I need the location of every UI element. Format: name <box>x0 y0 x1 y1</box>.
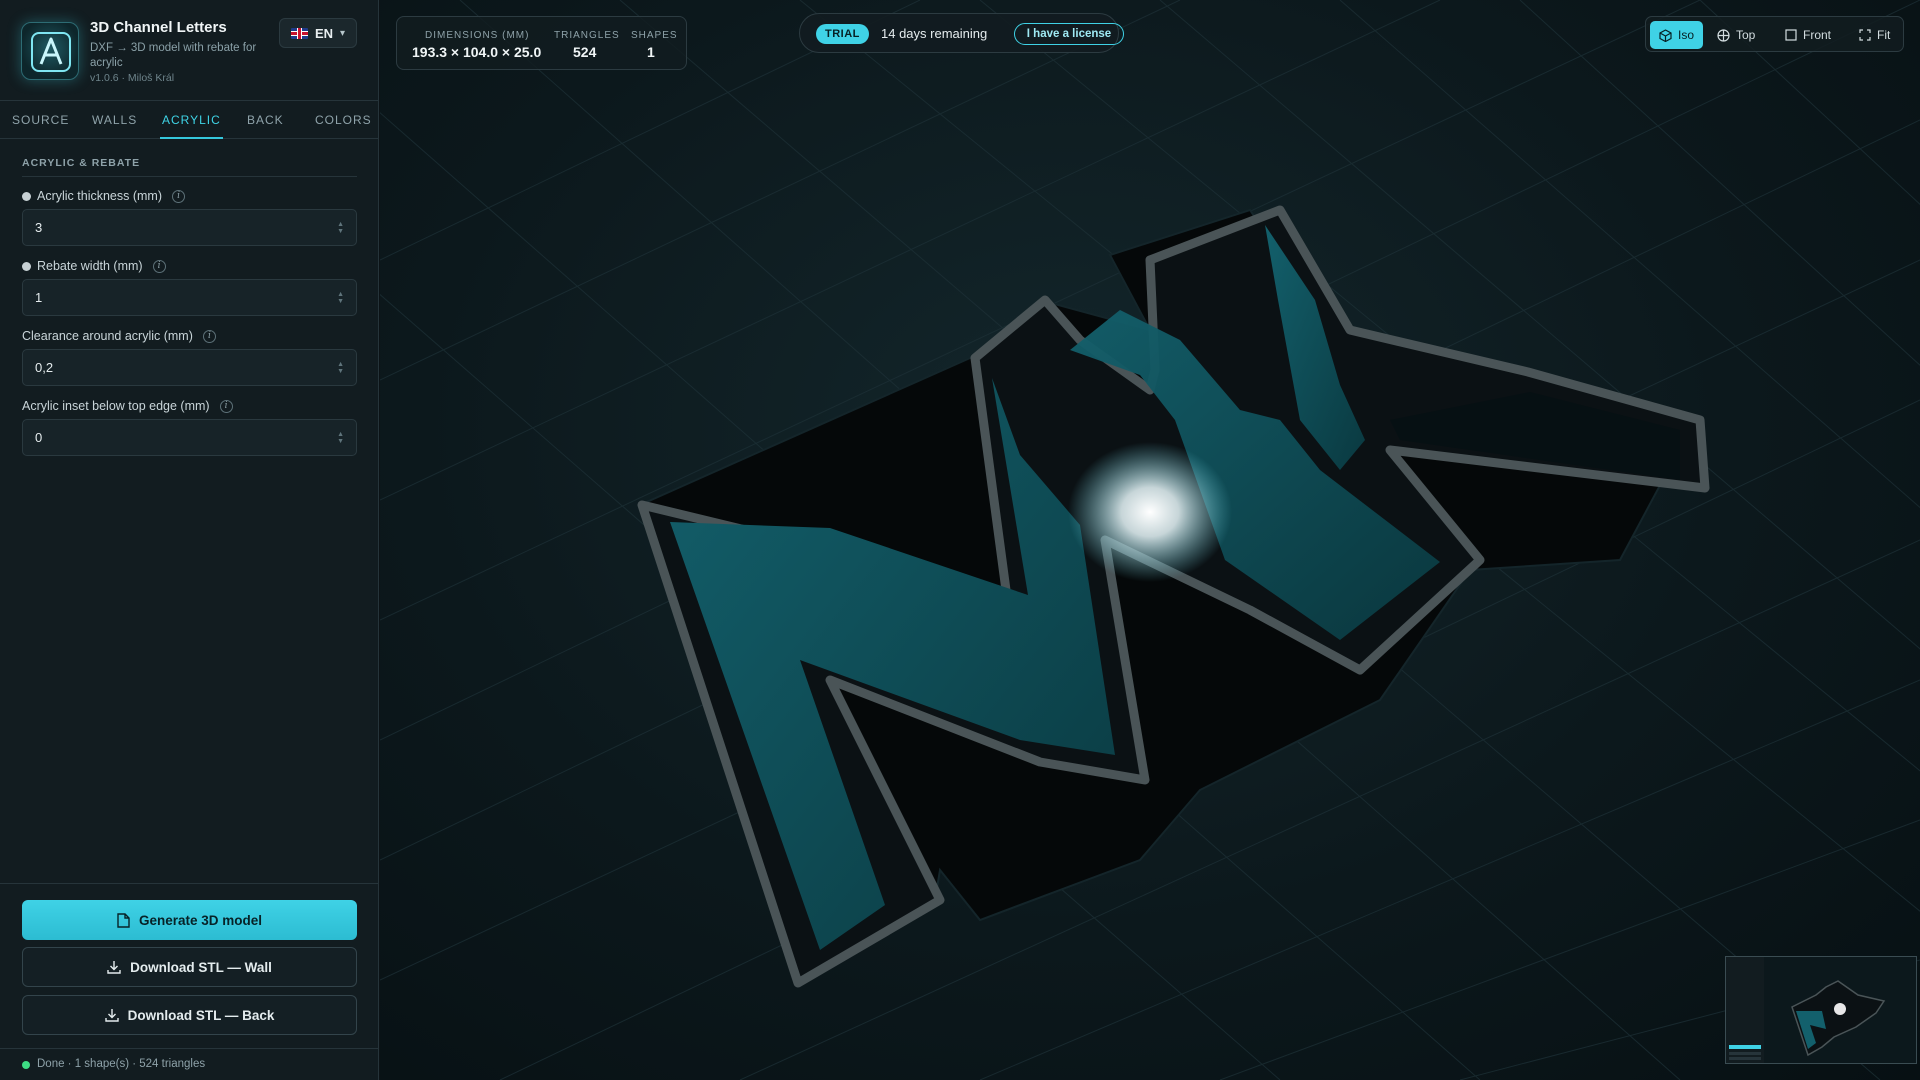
app-logo <box>21 22 79 80</box>
acrylic-inset-label: Acrylic inset below top edge (mm) i <box>22 399 233 413</box>
language-select[interactable]: EN ▾ <box>279 18 357 48</box>
field-label-text: Rebate width (mm) <box>37 259 143 273</box>
fit-icon <box>1859 29 1871 41</box>
section-title: ACRYLIC & REBATE <box>22 157 141 169</box>
license-button[interactable]: I have a license <box>1014 23 1124 45</box>
indicator-dot-icon <box>22 261 31 271</box>
status-dot-icon <box>22 1061 30 1069</box>
tab-walls[interactable]: WALLS <box>92 101 137 139</box>
status-text: Done · 1 shape(s) · 524 triangles <box>37 1058 206 1070</box>
cube-icon <box>1659 28 1672 42</box>
triangles-value: 524 <box>573 44 597 60</box>
download-back-label: Download STL — Back <box>127 1007 275 1023</box>
brand-header: 3D Channel Letters DXF → 3D model with r… <box>0 0 379 101</box>
settings-tabs: SOURCE WALLS ACRYLIC BACK COLORS <box>0 101 379 139</box>
view-top-button[interactable]: Top <box>1708 21 1764 49</box>
uk-flag-icon <box>290 27 308 39</box>
app-title: 3D Channel Letters <box>90 19 227 36</box>
download-wall-button[interactable]: Download STL — Wall <box>22 947 357 987</box>
language-code: EN <box>314 25 334 41</box>
field-value: 0,2 <box>35 360 54 375</box>
shapes-value: 1 <box>647 44 655 60</box>
file-icon <box>117 912 130 928</box>
info-icon[interactable]: i <box>202 329 216 343</box>
channel-letter-model[interactable] <box>637 205 1710 988</box>
view-fit-button[interactable]: Fit <box>1850 21 1899 49</box>
app-subtitle: DXF → 3D model with rebate for acrylic <box>90 42 257 69</box>
model-stats-panel: DIMENSIONS (MM) 193.3 × 104.0 × 25.0 TRI… <box>396 16 687 70</box>
stepper-icon[interactable]: ▲ ▼ <box>337 431 344 445</box>
view-front-button[interactable]: Front <box>1776 21 1840 49</box>
view-iso-button[interactable]: Iso <box>1650 21 1704 49</box>
tab-acrylic[interactable]: ACRYLIC <box>160 101 223 139</box>
field-label-text: Acrylic inset below top edge (mm) <box>22 399 210 413</box>
view-toolbar: Iso Top Front Fit <box>1645 16 1904 52</box>
screenshot-thumbnail[interactable] <box>1725 956 1917 1064</box>
field-label-text: Acrylic thickness (mm) <box>37 189 163 203</box>
download-back-button[interactable]: Download STL — Back <box>22 995 357 1035</box>
field-label-text: Clearance around acrylic (mm) <box>22 329 193 343</box>
app-version: v1.0.6 · Miloš Král <box>90 72 175 84</box>
trial-badge: TRIAL <box>816 24 869 44</box>
tab-back[interactable]: BACK <box>247 101 284 139</box>
letter-a-icon <box>31 32 71 72</box>
field-value: 0 <box>35 430 43 445</box>
clearance-label: Clearance around acrylic (mm) i <box>22 329 216 343</box>
thumbnail-preview <box>1726 957 1916 1063</box>
stepper-icon[interactable]: ▲ ▼ <box>337 361 344 375</box>
dimensions-value: 193.3 × 104.0 × 25.0 <box>412 44 542 60</box>
field-value: 1 <box>35 290 43 305</box>
stepper-icon[interactable]: ▲ ▼ <box>337 291 344 305</box>
sidebar: 3D Channel Letters DXF → 3D model with r… <box>0 0 379 1080</box>
download-icon <box>104 1009 119 1022</box>
section-divider <box>22 176 357 177</box>
info-icon[interactable]: i <box>172 189 186 203</box>
tab-source[interactable]: SOURCE <box>12 101 69 139</box>
tab-colors[interactable]: COLORS <box>315 101 372 139</box>
rebate-width-label: Rebate width (mm) i <box>22 259 166 273</box>
3d-viewport[interactable]: DIMENSIONS (MM) 193.3 × 104.0 × 25.0 TRI… <box>380 0 1920 1080</box>
generate-label: Generate 3D model <box>138 912 263 928</box>
generate-model-button[interactable]: Generate 3D model <box>22 900 357 940</box>
view-iso-label: Iso <box>1678 28 1695 42</box>
field-value: 3 <box>35 220 43 235</box>
globe-icon <box>1717 28 1730 42</box>
info-icon[interactable]: i <box>219 399 233 413</box>
view-front-label: Front <box>1803 28 1832 42</box>
trial-banner: TRIAL 14 days remaining I have a license <box>799 13 1124 53</box>
trial-remaining-text: 14 days remaining <box>881 26 988 41</box>
download-icon <box>107 961 121 974</box>
rebate-width-input[interactable]: 1 ▲ ▼ <box>22 279 357 316</box>
acrylic-inset-input[interactable]: 0 ▲ ▼ <box>22 419 357 456</box>
info-icon[interactable]: i <box>152 259 166 273</box>
view-top-label: Top <box>1736 28 1756 42</box>
stepper-icon[interactable]: ▲ ▼ <box>337 221 344 235</box>
dimensions-label: DIMENSIONS (MM) <box>425 30 530 41</box>
acrylic-thickness-label: Acrylic thickness (mm) i <box>22 189 186 203</box>
status-bar: Done · 1 shape(s) · 524 triangles <box>0 1048 379 1080</box>
chevron-down-icon: ▾ <box>340 27 346 39</box>
indicator-dot-icon <box>22 191 31 201</box>
light-glow <box>1068 442 1232 582</box>
clearance-input[interactable]: 0,2 ▲ ▼ <box>22 349 357 386</box>
download-wall-label: Download STL — Wall <box>130 959 272 975</box>
3d-scene[interactable] <box>380 0 1920 1080</box>
view-fit-label: Fit <box>1877 28 1891 42</box>
acrylic-thickness-input[interactable]: 3 ▲ ▼ <box>22 209 357 246</box>
square-icon <box>1785 29 1797 41</box>
shapes-label: SHAPES <box>631 30 678 41</box>
triangles-label: TRIANGLES <box>554 30 620 41</box>
